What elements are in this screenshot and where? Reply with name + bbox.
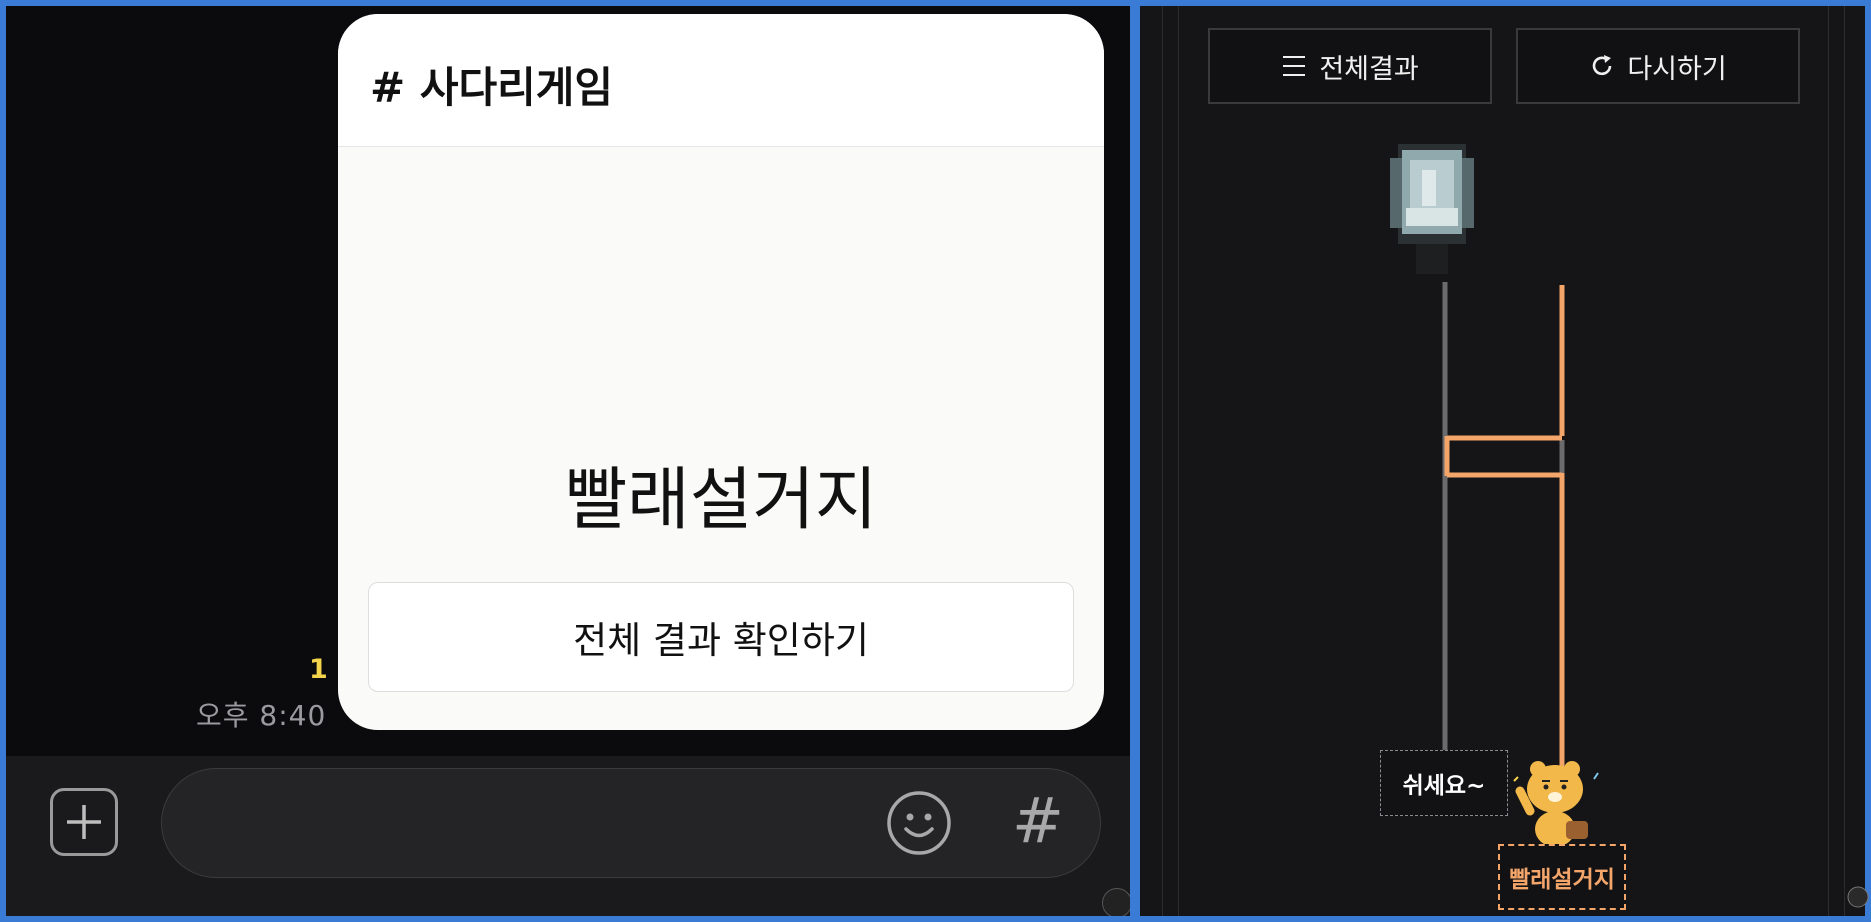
message-time: 오후 8:40 [196, 699, 327, 732]
ladder-game-card: # 사다리게임 빨래설거지 전체 결과 확인하기 [338, 14, 1104, 730]
emoji-button[interactable] [886, 790, 952, 856]
chat-screen: 1 오후 8:40 # 사다리게임 빨래설거지 전체 결과 확인하기 # [6, 6, 1130, 916]
ladder-result-view: 전체결과 다시하기 쉬세요~ 빨래설거지 [1140, 6, 1865, 916]
watermark-logo [1102, 888, 1130, 916]
plus-icon [67, 805, 101, 839]
outcome-label-dishwashing: 빨래설거지 [1498, 844, 1626, 910]
watermark-logo [1847, 886, 1869, 908]
ladder-result: 빨래설거지 [564, 461, 878, 540]
hashtag-button[interactable]: # [1010, 786, 1066, 856]
plus-button[interactable] [50, 788, 118, 856]
message-input[interactable] [161, 768, 1101, 878]
smiley-icon [887, 791, 951, 855]
card-title: # 사다리게임 [370, 63, 614, 112]
view-all-results-button[interactable]: 전체 결과 확인하기 [368, 582, 1074, 692]
outcome-label-rest: 쉬세요~ [1380, 750, 1508, 816]
screenshot-stage: 1 오후 8:40 # 사다리게임 빨래설거지 전체 결과 확인하기 # 전체결… [0, 0, 1871, 922]
unread-count: 1 [309, 654, 328, 685]
card-header: # 사다리게임 [338, 14, 1104, 147]
ryan-character-icon [1513, 761, 1599, 847]
